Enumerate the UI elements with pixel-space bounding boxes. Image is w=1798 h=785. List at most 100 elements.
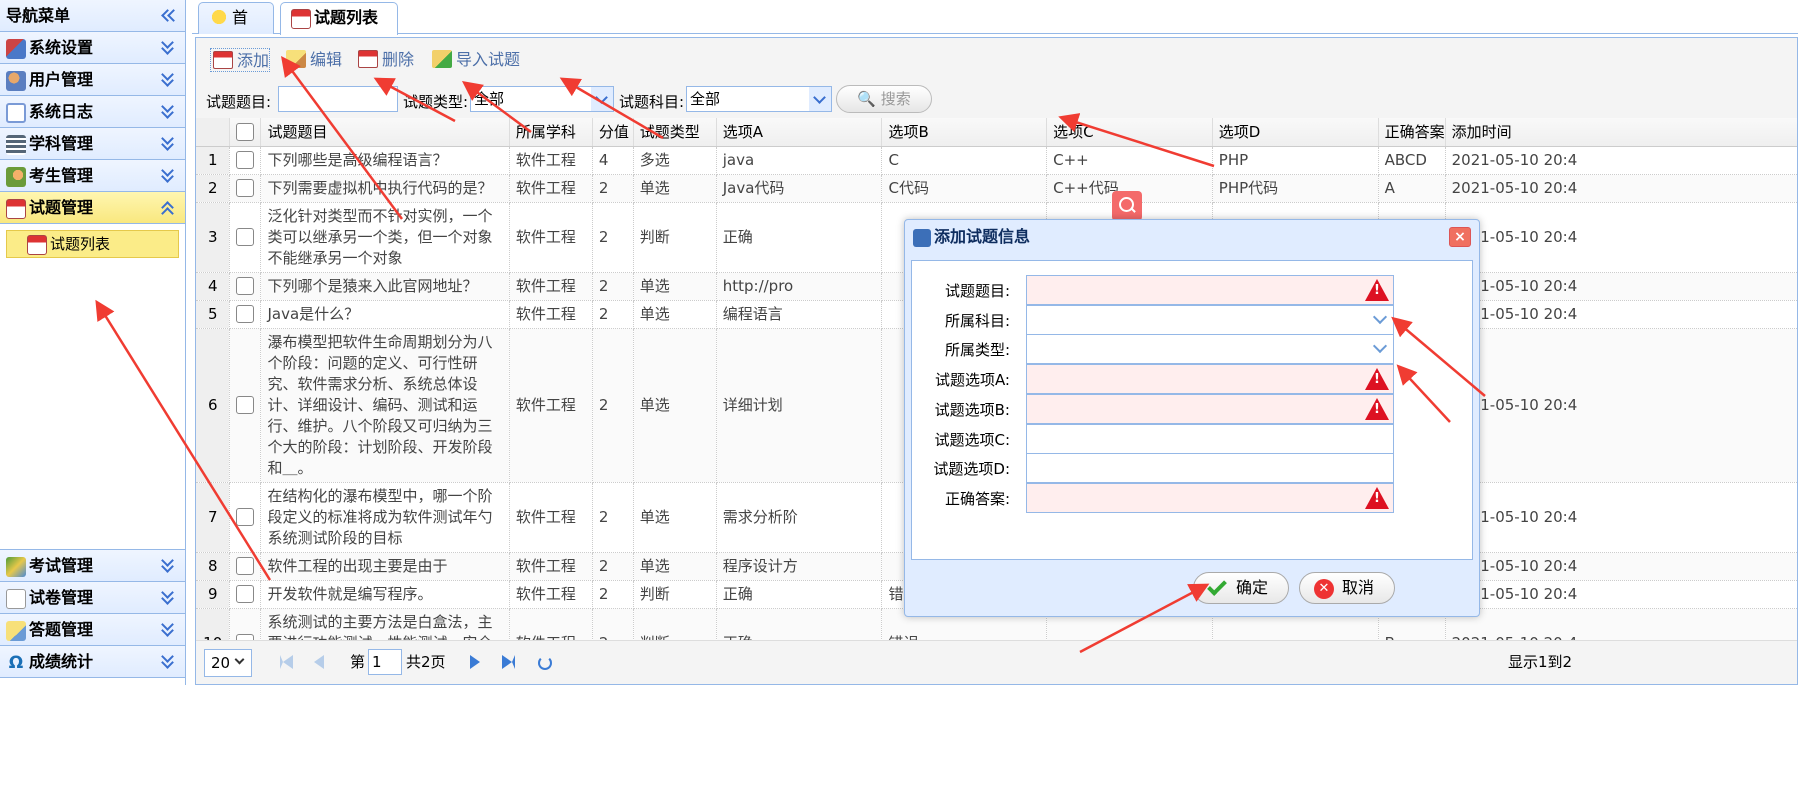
type-select[interactable]: 全部 (470, 86, 614, 112)
floating-search-icon[interactable] (1112, 191, 1142, 221)
row-checkbox[interactable] (236, 557, 255, 575)
col-subject[interactable]: 所属学科 (509, 118, 593, 147)
row-checkbox[interactable] (236, 277, 255, 295)
row-checkbox-cell[interactable] (229, 272, 262, 301)
row-checkbox-cell[interactable] (229, 608, 262, 641)
last-page-button[interactable] (502, 655, 518, 671)
cell-type: 单选 (633, 482, 717, 553)
cell-score: 2 (592, 300, 634, 329)
calendar-icon (27, 234, 47, 255)
cell-a: http://pro (716, 272, 883, 301)
row-number: 7 (196, 482, 231, 553)
cell-time: 2021-05-10 20:4 (1445, 174, 1797, 203)
cell-time: 2021-05-10 20:4 (1445, 580, 1797, 609)
row-checkbox[interactable] (236, 585, 255, 603)
sidebar-group-3[interactable]: 系统日志 (0, 96, 185, 128)
col-option-d[interactable]: 选项D (1212, 118, 1379, 147)
calendar-icon (6, 198, 26, 219)
prev-page-button[interactable] (314, 655, 330, 671)
sidebar-group-question-mgmt[interactable]: 试题管理 (0, 192, 185, 224)
cell-title: 系统测试的主要方法是白盒法，主要进行功能测试、性能测试、安全性测试及可靠性等测试… (260, 608, 510, 641)
row-checkbox-cell[interactable] (229, 202, 262, 273)
select-all-checkbox-cell[interactable] (229, 118, 262, 147)
sidebar-group-5[interactable]: 考生管理 (0, 160, 185, 192)
col-option-c[interactable]: 选项C (1046, 118, 1213, 147)
first-page-button[interactable] (280, 655, 296, 671)
cell-score: 4 (592, 146, 634, 175)
row-checkbox[interactable] (236, 508, 255, 526)
confirm-button[interactable]: 确定 (1193, 572, 1289, 604)
row-checkbox-cell[interactable] (229, 174, 262, 203)
import-button[interactable]: 导入试题 (430, 48, 520, 72)
tab-home[interactable]: 首页 (198, 2, 274, 57)
row-checkbox[interactable] (236, 396, 255, 414)
edit-button[interactable]: 编辑 (284, 48, 342, 72)
add-button[interactable]: 添加 (210, 48, 271, 72)
sidebar-group-3[interactable]: 答题管理 (0, 614, 185, 646)
form-input[interactable] (1026, 482, 1394, 513)
refresh-icon[interactable] (538, 656, 552, 670)
form-input[interactable] (1026, 364, 1394, 395)
tab-question-list[interactable]: 试题列表× (280, 2, 398, 57)
sidebar-group-1[interactable]: 系统设置 (0, 32, 185, 64)
collapse-icon[interactable] (161, 8, 175, 22)
form-row: 试题题目: (912, 275, 1472, 305)
form-select[interactable] (1026, 304, 1394, 335)
form-input[interactable] (1026, 453, 1394, 484)
cell-type: 判断 (633, 580, 717, 609)
col-title[interactable]: 试题题目 (260, 118, 510, 147)
table-row[interactable]: 2 下列需要虚拟机中执行代码的是？ 软件工程 2 单选 Java代码 C代码 C++代码 PHP… (196, 174, 1797, 203)
row-checkbox-cell[interactable] (229, 328, 262, 483)
dialog-close-button[interactable]: × (1449, 227, 1471, 247)
col-time[interactable]: 添加时间 (1445, 118, 1797, 147)
chevron-down-icon[interactable] (1369, 335, 1393, 363)
prev-page-icon (314, 655, 324, 669)
chevron-down-icon[interactable] (1369, 306, 1393, 334)
col-type[interactable]: 试题类型 (633, 118, 717, 147)
col-score[interactable]: 分值 (592, 118, 634, 147)
next-page-button[interactable] (470, 655, 486, 671)
row-checkbox[interactable] (236, 228, 255, 246)
search-button[interactable]: 🔍 搜索 (836, 85, 932, 113)
row-checkbox-cell[interactable] (229, 482, 262, 553)
search-bar: 试题题目: 试题类型: 全部 试题科目: 全部 🔍 搜索 (196, 82, 1797, 118)
form-input[interactable] (1026, 275, 1394, 305)
row-checkbox-cell[interactable] (229, 146, 262, 175)
sidebar-group-2[interactable]: 试卷管理 (0, 582, 185, 614)
form-row: 试题选项A: (912, 364, 1472, 395)
sidebar-group-2[interactable]: 用户管理 (0, 64, 185, 96)
row-checkbox-cell[interactable] (229, 580, 262, 609)
row-checkbox[interactable] (236, 179, 255, 197)
row-checkbox-cell[interactable] (229, 552, 262, 581)
chevron-down-icon (161, 41, 175, 55)
chevron-up-icon (161, 201, 175, 215)
form-select[interactable] (1026, 334, 1394, 365)
stats-icon: Ω (8, 652, 24, 673)
row-checkbox[interactable] (236, 305, 255, 323)
table-row[interactable]: 1 下列哪些是高级编程语言？ 软件工程 4 多选 java C C++ PHP ABCD 2021-… (196, 146, 1797, 175)
row-checkbox[interactable] (236, 151, 255, 169)
form-label: 试题题目: (944, 282, 1010, 300)
col-answer[interactable]: 正确答案 (1378, 118, 1446, 147)
cell-title: 下列哪个是猿来入此官网地址？ (260, 272, 510, 301)
sidebar-group-4[interactable]: 学科管理 (0, 128, 185, 160)
page-number-input[interactable]: 1 (368, 649, 402, 675)
form-input[interactable] (1026, 393, 1394, 424)
chevron-down-icon (161, 559, 175, 573)
cell-ans: ABCD (1378, 146, 1446, 175)
row-checkbox-cell[interactable] (229, 300, 262, 329)
sidebar-item-question-list[interactable]: 试题列表 (6, 230, 179, 258)
sidebar-group-1[interactable]: 考试管理 (0, 550, 185, 582)
select-all-checkbox[interactable] (236, 123, 255, 141)
cell-subject: 软件工程 (509, 552, 593, 581)
chevron-down-icon (161, 591, 175, 605)
col-option-a[interactable]: 选项A (716, 118, 883, 147)
sidebar-group-4[interactable]: Ω 成绩统计 (0, 646, 185, 678)
col-option-b[interactable]: 选项B (881, 118, 1048, 147)
page-size-select[interactable]: 20 (204, 649, 252, 677)
form-input[interactable] (1026, 423, 1394, 454)
title-search-input[interactable] (278, 86, 398, 112)
delete-button[interactable]: 删除 (356, 48, 414, 72)
cancel-button[interactable]: ✕ 取消 (1299, 572, 1395, 604)
subject-select[interactable]: 全部 (686, 86, 832, 112)
